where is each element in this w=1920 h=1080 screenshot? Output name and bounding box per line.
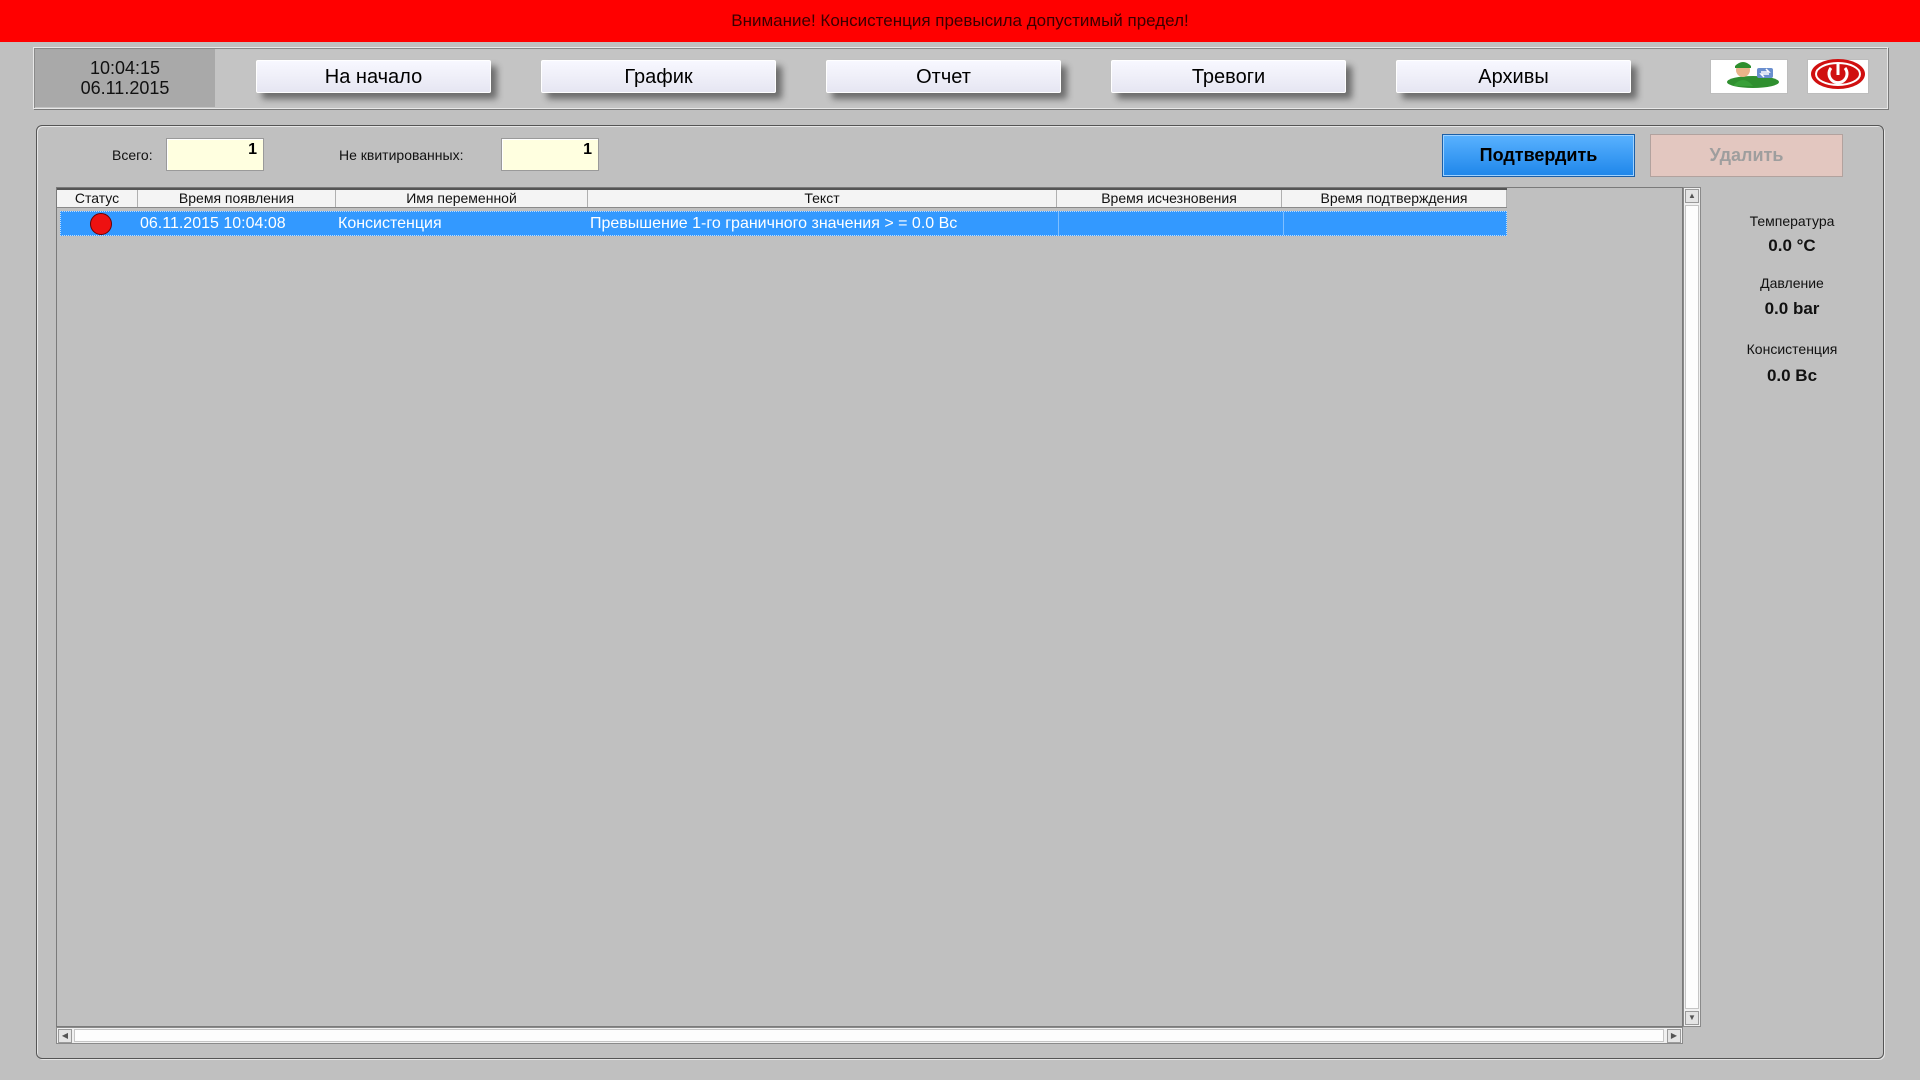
- column-appeared-time[interactable]: Время появления: [138, 190, 336, 207]
- nav-home-button[interactable]: На начало: [256, 60, 491, 93]
- row-variable-name: Консистенция: [338, 215, 442, 232]
- total-count-field: 1: [166, 138, 264, 171]
- clock: 10:04:15 06.11.2015: [35, 49, 215, 107]
- row-confirmed-time: [1283, 212, 1508, 235]
- horizontal-scroll-thumb[interactable]: [74, 1029, 1664, 1042]
- temperature-value: 0.0 °C: [1768, 236, 1816, 255]
- consistency-label: Консистенция: [1746, 341, 1838, 357]
- alarm-banner: Внимание! Консистенция превысила допусти…: [0, 0, 1920, 42]
- row-text: Превышение 1-го граничного значения > = …: [590, 215, 958, 232]
- unacknowledged-label: Не квитированных:: [339, 147, 464, 163]
- scroll-up-icon[interactable]: ▲: [1685, 189, 1699, 203]
- delete-button[interactable]: Удалить: [1650, 134, 1843, 177]
- scroll-down-icon[interactable]: ▼: [1685, 1011, 1699, 1025]
- unacknowledged-count-field: 1: [501, 138, 599, 171]
- pressure-label: Давление: [1760, 275, 1824, 291]
- column-disappeared-time[interactable]: Время исчезновения: [1057, 190, 1282, 207]
- row-appeared-time: 06.11.2015 10:04:08: [140, 215, 286, 232]
- pressure-value: 0.0 bar: [1764, 299, 1820, 318]
- column-status[interactable]: Статус: [57, 190, 138, 207]
- scroll-left-icon[interactable]: ◀: [58, 1029, 72, 1043]
- clock-date: 06.11.2015: [80, 78, 170, 98]
- row-disappeared-time: [1058, 212, 1283, 235]
- alarm-banner-text: Внимание! Консистенция превысила допусти…: [731, 11, 1189, 30]
- user-switch-button[interactable]: [1710, 59, 1788, 94]
- row-status-cell: [61, 212, 139, 235]
- horizontal-scrollbar[interactable]: ◀ ▶: [56, 1027, 1683, 1044]
- column-variable-name[interactable]: Имя переменной: [336, 190, 588, 207]
- alarm-status-icon: [89, 213, 112, 235]
- vertical-scroll-thumb[interactable]: [1685, 205, 1699, 1009]
- scroll-right-icon[interactable]: ▶: [1667, 1029, 1681, 1043]
- temperature-label: Температура: [1749, 213, 1835, 229]
- power-icon: [1810, 58, 1866, 95]
- alarm-table[interactable]: Статус Время появления Имя переменной Те…: [56, 187, 1683, 1027]
- table-row[interactable]: 06.11.2015 10:04:08 Консистенция Превыше…: [60, 211, 1507, 236]
- table-header: Статус Время появления Имя переменной Те…: [57, 188, 1507, 208]
- vertical-scrollbar[interactable]: ▲ ▼: [1683, 187, 1701, 1027]
- nav-chart-button[interactable]: График: [541, 60, 776, 93]
- consistency-value: 0.0 Вс: [1766, 366, 1818, 385]
- confirm-button[interactable]: Подтвердить: [1442, 134, 1635, 177]
- column-confirmed-time[interactable]: Время подтверждения: [1282, 190, 1507, 207]
- nav-alarms-button[interactable]: Тревоги: [1111, 60, 1346, 93]
- top-toolbar: 10:04:15 06.11.2015 На начало График Отч…: [33, 47, 1888, 109]
- nav-archives-button[interactable]: Архивы: [1396, 60, 1631, 93]
- nav-report-button[interactable]: Отчет: [826, 60, 1061, 93]
- user-switch-icon: [1713, 58, 1785, 95]
- column-text[interactable]: Текст: [588, 190, 1057, 207]
- power-button[interactable]: [1807, 59, 1869, 94]
- total-label: Всего:: [112, 147, 153, 163]
- clock-time: 10:04:15: [89, 58, 161, 78]
